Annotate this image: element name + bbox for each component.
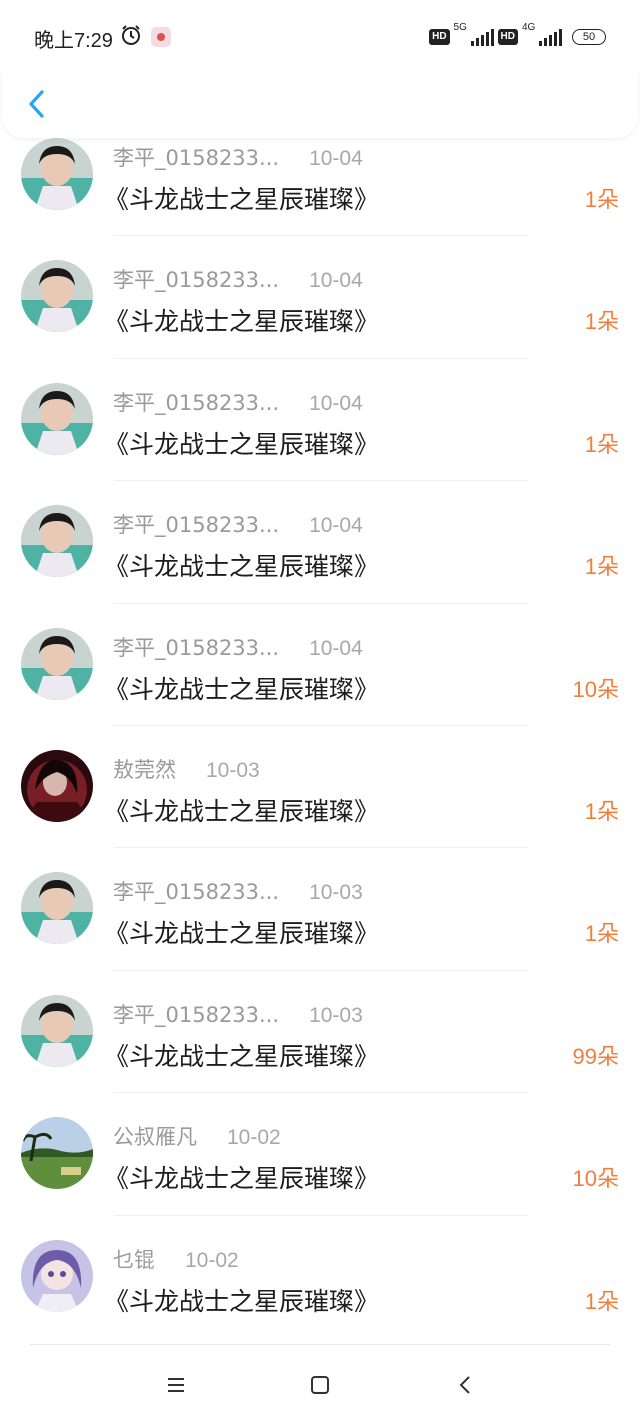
book-title: 《斗龙战士之星辰璀璨》 [104,1041,380,1071]
gift-date: 10-04 [309,147,363,170]
book-title: 《斗龙战士之星辰璀璨》 [104,1164,380,1194]
list-item[interactable]: 李平_0158233... 10-04 《斗龙战士之星辰璀璨》 1朵 [0,497,640,619]
user-name: 李平_0158233... 10-04 [113,513,363,538]
row-divider [113,969,528,971]
book-title: 《斗龙战士之星辰璀璨》 [104,919,380,949]
avatar[interactable] [21,994,93,1067]
avatar[interactable] [21,138,93,210]
app-notification-icon [151,27,171,47]
row-divider [113,1214,528,1216]
avatar[interactable] [21,872,93,945]
list-item[interactable]: 敖莞然 10-03 《斗龙战士之星辰璀璨》 1朵 [0,742,640,864]
row-divider [113,847,528,849]
user-name: 李平_0158233... 10-03 [113,1002,363,1027]
list-item[interactable]: 李平_0158233... 10-03 《斗龙战士之星辰璀璨》 1朵 [0,864,640,986]
list-item[interactable]: 李平_0158233... 10-04 《斗龙战士之星辰璀璨》 1朵 [0,130,640,252]
gift-date: 10-04 [309,636,363,660]
list-item[interactable]: 李平_0158233... 10-04 《斗龙战士之星辰璀璨》 1朵 [0,375,640,497]
gift-date: 10-04 [309,514,363,538]
status-indicators: HD 5G HD 4G 50 [429,22,606,48]
row-divider [113,357,528,359]
book-title: 《斗龙战士之星辰璀璨》 [104,1286,380,1316]
user-name: 乜锟 10-02 [113,1247,239,1272]
flower-count: 1朵 [584,554,619,580]
flower-count: 1朵 [584,187,619,212]
book-title: 《斗龙战士之星辰璀璨》 [104,674,380,704]
user-name: 李平_0158233... 10-04 [113,390,363,415]
flower-count: 10朵 [572,1166,619,1192]
square-home-icon[interactable] [308,1374,332,1396]
signal-5g-icon: 5G [454,22,494,48]
avatar[interactable] [21,382,93,455]
hd-badge: HD [429,29,450,45]
user-name: 李平_0158233... 10-04 [113,146,363,170]
book-title: 《斗龙战士之星辰璀璨》 [104,185,380,214]
back-triangle-icon[interactable] [454,1374,478,1396]
avatar[interactable] [21,1239,93,1312]
row-divider [113,1092,528,1094]
list-item[interactable]: 李平_0158233... 10-04 《斗龙战士之星辰璀璨》 1朵 [0,252,640,374]
system-nav-bar [0,1350,640,1422]
flower-count: 1朵 [584,921,619,947]
gift-date: 10-03 [309,1003,363,1027]
flower-count: 99朵 [572,1043,619,1069]
user-name: 李平_0158233... 10-04 [113,268,363,293]
book-title: 《斗龙战士之星辰璀璨》 [104,429,380,459]
alarm-icon [122,25,140,45]
chevron-left-icon[interactable] [24,86,50,122]
user-name: 李平_0158233... 10-03 [113,880,363,905]
user-name: 公叔雁凡 10-02 [113,1125,281,1150]
gift-date: 10-02 [227,1126,281,1150]
user-name: 敖莞然 10-03 [113,757,260,782]
book-title: 《斗龙战士之星辰璀璨》 [104,552,380,582]
avatar[interactable] [21,749,93,822]
status-time: 晚上7:29 [34,30,113,52]
avatar[interactable] [21,505,93,578]
flower-count: 1朵 [584,309,619,335]
row-divider [113,602,528,604]
status-bar: 晚上7:29 HD 5G HD 4G 50 [0,0,640,70]
bottom-divider [30,1344,610,1345]
battery-icon: 50 [572,29,606,45]
flower-count: 1朵 [584,431,619,457]
row-divider [113,480,528,482]
book-title: 《斗龙战士之星辰璀璨》 [104,307,380,337]
flower-count: 10朵 [572,676,619,702]
avatar[interactable] [21,627,93,700]
list-item[interactable]: 李平_0158233... 10-03 《斗龙战士之星辰璀璨》 99朵 [0,987,640,1109]
hd-badge-2: HD [497,29,518,45]
gift-date: 10-02 [185,1248,239,1272]
gift-date: 10-04 [309,269,363,293]
book-title: 《斗龙战士之星辰璀璨》 [104,796,380,826]
gift-date: 10-04 [309,391,363,415]
flower-count: 1朵 [584,1288,619,1314]
avatar[interactable] [21,260,93,333]
list-item[interactable]: 公叔雁凡 10-02 《斗龙战士之星辰璀璨》 10朵 [0,1109,640,1231]
flower-count: 1朵 [584,798,619,824]
list-item[interactable]: 李平_0158233... 10-04 《斗龙战士之星辰璀璨》 10朵 [0,620,640,742]
user-name: 李平_0158233... 10-04 [113,635,363,660]
list-item[interactable]: 乜锟 10-02 《斗龙战士之星辰璀璨》 1朵 [0,1232,640,1354]
menu-icon[interactable] [164,1374,188,1396]
avatar[interactable] [21,1117,93,1190]
gift-date: 10-03 [206,758,260,782]
row-divider [113,235,528,237]
gift-date: 10-03 [309,881,363,905]
row-divider [113,724,528,726]
gift-list: 李平_0158233... 10-04 《斗龙战士之星辰璀璨》 1朵 李平_015… [0,138,640,1362]
top-header [2,70,638,138]
signal-4g-icon: 4G [522,22,562,48]
